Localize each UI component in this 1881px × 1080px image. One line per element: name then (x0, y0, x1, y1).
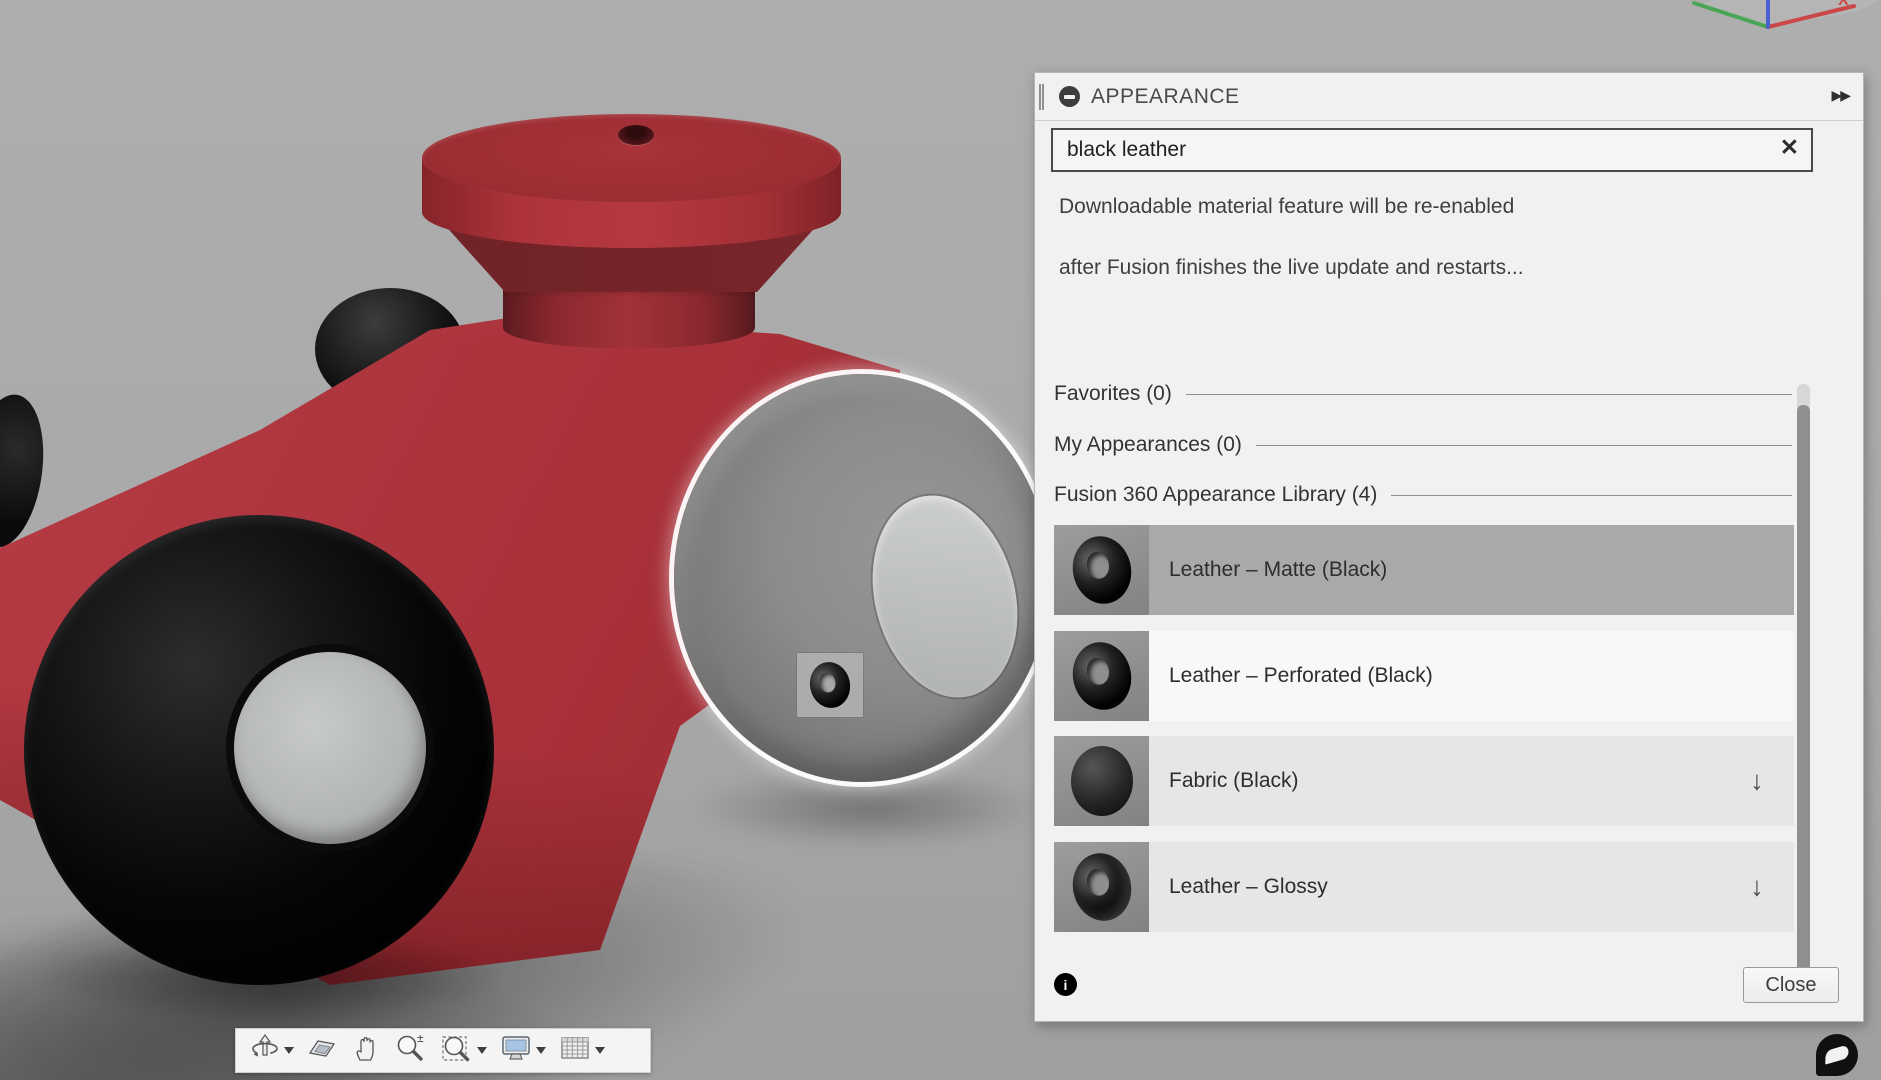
pan-button[interactable] (347, 1030, 385, 1071)
section-my-appearances-label: My Appearances (0) (1054, 433, 1242, 456)
display-settings-caret-icon[interactable] (536, 1047, 546, 1054)
scrollbar-track[interactable] (1797, 384, 1810, 993)
drag-grip-icon[interactable] (1039, 83, 1044, 110)
section-divider (1185, 393, 1792, 395)
zoom-window-icon (440, 1032, 474, 1069)
grid-button[interactable] (555, 1030, 608, 1071)
section-divider (1255, 444, 1792, 446)
info-icon-glyph: i (1063, 976, 1068, 993)
display-settings-icon (499, 1032, 533, 1069)
material-thumbnail (1054, 525, 1149, 615)
grid-caret-icon[interactable] (595, 1047, 605, 1054)
svg-text:±: ± (417, 1032, 424, 1045)
front-wheel-hub[interactable] (234, 652, 426, 844)
material-drag-preview (797, 653, 863, 717)
notice-line-2: after Fusion finishes the live update an… (1059, 256, 1524, 279)
section-favorites-label: Favorites (0) (1054, 382, 1172, 405)
autodesk-logo (1816, 1034, 1858, 1076)
material-name: Leather – Perforated (Black) (1169, 664, 1433, 687)
leather-torus-icon (1066, 636, 1137, 716)
fabric-sphere-icon (1070, 746, 1133, 816)
appearance-dialog-header[interactable]: APPEARANCE ▶▶ (1035, 73, 1863, 121)
axis-x-label: X (1838, 0, 1849, 9)
notice-line-1: Downloadable material feature will be re… (1059, 195, 1515, 218)
appearance-dialog: APPEARANCE ▶▶ ✕ Downloadable material fe… (1034, 72, 1864, 1022)
material-thumbnail (1054, 736, 1149, 826)
orbit-button[interactable] (246, 1030, 297, 1071)
scrollbar-thumb[interactable] (1797, 405, 1810, 985)
fusion-window: X ± APPEARANCE ▶▶ black leather ✕ Downlo… (0, 0, 1881, 1080)
viewcube[interactable] (1692, 0, 1881, 58)
panel-title: APPEARANCE (1091, 84, 1240, 108)
close-button-label: Close (1765, 973, 1817, 996)
orbit-icon (249, 1032, 281, 1069)
funnel-center-hole (618, 125, 654, 145)
material-name: Fabric (Black) (1169, 769, 1299, 792)
material-thumbnail (1054, 842, 1149, 932)
clear-search-icon[interactable]: ✕ (1780, 136, 1799, 159)
info-button[interactable]: i (1054, 973, 1077, 996)
material-row-leather-matte-black[interactable]: Leather – Matte (Black) (1054, 525, 1794, 615)
search-field-wrap: ✕ (1051, 128, 1813, 172)
material-drag-preview-torus (805, 658, 855, 712)
section-my-appearances[interactable]: My Appearances (0) (1054, 432, 1792, 458)
appearance-sphere-icon (1059, 86, 1080, 107)
material-row-leather-glossy[interactable]: Leather – Glossy ↓ (1054, 842, 1794, 932)
leather-torus-icon (1066, 530, 1137, 610)
close-button[interactable]: Close (1743, 967, 1839, 1003)
pan-icon (350, 1032, 382, 1069)
collapse-panel-icon[interactable]: ▶▶ (1831, 87, 1850, 104)
download-icon: ↓ (1750, 871, 1764, 902)
section-library-label: Fusion 360 Appearance Library (4) (1054, 483, 1378, 506)
download-icon: ↓ (1750, 765, 1764, 796)
download-button[interactable]: ↓ (1742, 765, 1772, 796)
section-library[interactable]: Fusion 360 Appearance Library (4) (1054, 482, 1792, 508)
zoom-window-caret-icon[interactable] (477, 1047, 487, 1054)
material-name: Leather – Matte (Black) (1169, 558, 1388, 581)
look-at-button[interactable] (303, 1030, 341, 1071)
zoom-window-button[interactable] (437, 1030, 490, 1071)
look-at-icon (306, 1032, 338, 1069)
download-button[interactable]: ↓ (1742, 871, 1772, 902)
navigation-toolbar: ± (235, 1028, 651, 1073)
material-thumbnail (1054, 631, 1149, 721)
section-favorites[interactable]: Favorites (0) (1054, 381, 1792, 407)
leather-torus-icon (1066, 847, 1137, 927)
material-row-leather-perforated-black[interactable]: Leather – Perforated (Black) (1054, 631, 1794, 721)
zoom-button[interactable]: ± (391, 1030, 431, 1071)
section-divider (1391, 494, 1792, 496)
zoom-icon: ± (394, 1031, 428, 1069)
material-name: Leather – Glossy (1169, 875, 1328, 898)
material-row-fabric-black[interactable]: Fabric (Black) ↓ (1054, 736, 1794, 826)
search-input[interactable] (1051, 128, 1813, 172)
grid-icon (558, 1032, 592, 1069)
orbit-caret-icon[interactable] (284, 1047, 294, 1054)
display-settings-button[interactable] (496, 1030, 549, 1071)
